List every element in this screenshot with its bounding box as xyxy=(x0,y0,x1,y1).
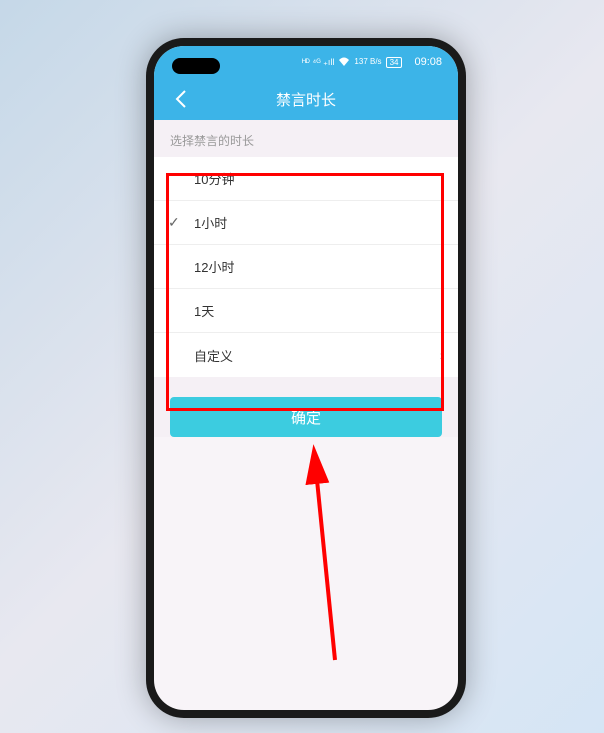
header-bar: 禁言时长 xyxy=(154,78,458,120)
confirm-button[interactable]: 确定 xyxy=(170,397,442,437)
content-area: 选择禁言的时长 10分钟 ✓ 1小时 12小时 1天 自定义 › xyxy=(154,120,458,437)
checkmark-icon: ✓ xyxy=(168,214,180,231)
phone-frame: ᴴᴰ ⁴ᴳ ₊ıll 137 B/s 34 09:08 禁言时长 选择禁言的时长… xyxy=(146,38,466,718)
option-1day[interactable]: 1天 xyxy=(154,289,458,333)
chevron-right-icon: › xyxy=(439,347,444,363)
section-label: 选择禁言的时长 xyxy=(154,120,458,157)
back-button[interactable] xyxy=(166,84,196,114)
camera-cutout xyxy=(172,58,220,74)
battery-icon: 34 xyxy=(386,57,403,68)
option-label: 1天 xyxy=(194,301,214,320)
network-speed: 137 B/s xyxy=(354,58,381,66)
confirm-button-label: 确定 xyxy=(291,407,321,428)
clock: 09:08 xyxy=(414,56,442,68)
option-12hour[interactable]: 12小时 xyxy=(154,245,458,289)
option-label: 1小时 xyxy=(194,213,227,232)
page-title: 禁言时长 xyxy=(154,89,458,110)
option-10min[interactable]: 10分钟 xyxy=(154,157,458,201)
option-label: 12小时 xyxy=(194,257,234,276)
signal-icon: ᴴᴰ ⁴ᴳ ₊ıll xyxy=(302,57,334,68)
option-custom[interactable]: 自定义 › xyxy=(154,333,458,377)
option-1hour[interactable]: ✓ 1小时 xyxy=(154,201,458,245)
option-label: 10分钟 xyxy=(194,169,234,188)
option-list: 10分钟 ✓ 1小时 12小时 1天 自定义 › xyxy=(154,157,458,377)
wifi-icon xyxy=(338,56,350,69)
option-label: 自定义 xyxy=(194,346,233,365)
phone-screen: ᴴᴰ ⁴ᴳ ₊ıll 137 B/s 34 09:08 禁言时长 选择禁言的时长… xyxy=(154,46,458,710)
